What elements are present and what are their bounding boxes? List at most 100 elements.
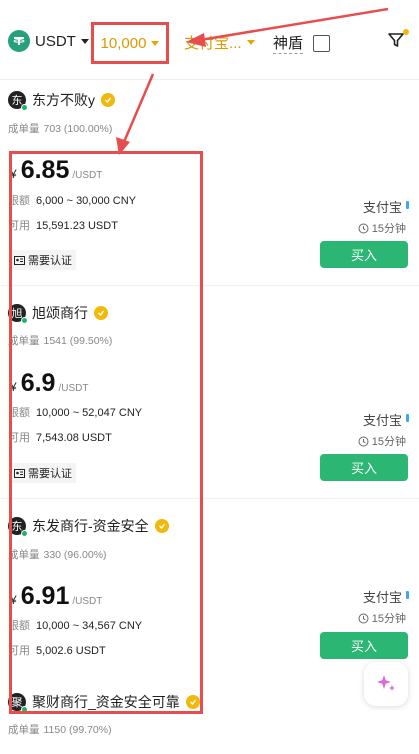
notification-dot — [403, 29, 409, 35]
coin-selector[interactable]: USDT — [8, 30, 89, 52]
timer-label: 15分钟 — [371, 223, 406, 235]
ai-assistant-button[interactable] — [364, 662, 408, 706]
buy-button[interactable]: 买入 — [320, 241, 408, 268]
shield-toggle[interactable]: 神盾 — [273, 32, 331, 54]
available-value: 5,002.6 USDT — [36, 645, 106, 657]
merchant-name[interactable]: 聚财商行_资金安全可靠 — [32, 692, 180, 712]
price-unit: /USDT — [58, 383, 89, 394]
verified-badge-icon — [94, 306, 108, 320]
clock-icon — [358, 436, 369, 446]
currency-symbol: ¥ — [10, 380, 17, 394]
amount-filter[interactable]: 10,000 — [91, 22, 169, 64]
divider — [0, 285, 419, 286]
chevron-down-icon — [151, 40, 160, 46]
order-stats: 成单量 1541 (99.50%) — [8, 333, 112, 348]
price: ¥ 6.85 /USDT — [10, 156, 102, 185]
online-dot — [21, 706, 28, 713]
shield-checkbox[interactable] — [313, 34, 331, 52]
available-row: 可用 15,591.23 USDT — [8, 217, 118, 233]
limit-label: 限额 — [8, 195, 30, 207]
price: ¥ 6.91 /USDT — [10, 582, 102, 611]
order-stats: 成单量 703 (100.00%) — [8, 121, 112, 136]
merchant-card: 旭 旭颂商行 成单量 1541 (99.50%) ¥ 6.9 /USDT 限额 10… — [0, 293, 419, 498]
order-stats: 成单量 330 (96.00%) — [8, 547, 107, 562]
online-dot — [21, 104, 28, 111]
price-value: 6.91 — [20, 582, 70, 610]
merchant-name[interactable]: 东发商行-资金安全 — [32, 516, 149, 536]
payment-method-filter[interactable]: 支付宝... — [184, 32, 255, 53]
online-dot — [21, 317, 28, 324]
stats-label: 成单量 — [8, 335, 40, 347]
avatar: 东 — [8, 91, 28, 111]
tether-icon — [8, 30, 30, 52]
limit-row: 限额 10,000 ~ 52,047 CNY — [8, 404, 142, 420]
price: ¥ 6.9 /USDT — [10, 369, 88, 398]
chevron-down-icon — [80, 38, 89, 44]
divider — [0, 498, 419, 499]
chevron-down-icon — [246, 40, 255, 45]
alipay-indicator — [406, 591, 409, 599]
avatar: 聚 — [8, 693, 28, 713]
stats-label: 成单量 — [8, 123, 40, 135]
merchant-card: 东 东发商行-资金安全 成单量 330 (96.00%) ¥ 6.91 /USDT… — [0, 506, 419, 681]
limit-row: 限额 10,000 ~ 34,567 CNY — [8, 617, 142, 633]
merchant-name[interactable]: 旭颂商行 — [32, 303, 88, 323]
stats-value: 330 (96.00%) — [43, 549, 107, 561]
coin-label: USDT — [35, 32, 76, 50]
limit-value: 10,000 ~ 34,567 CNY — [36, 620, 143, 632]
limit-row: 限额 6,000 ~ 30,000 CNY — [8, 192, 136, 208]
buy-button[interactable]: 买入 — [320, 632, 408, 659]
merchant-header: 东 东方不败y — [8, 90, 115, 111]
available-label: 可用 — [8, 432, 30, 444]
badge-label: 需要认证 — [28, 255, 72, 267]
payment-method: 支付宝 — [362, 413, 402, 428]
available-label: 可用 — [8, 220, 30, 232]
stats-value: 1541 (99.50%) — [43, 335, 113, 347]
available-value: 15,591.23 USDT — [36, 220, 118, 232]
order-stats: 成单量 1150 (99.70%) — [8, 722, 112, 737]
stats-label: 成单量 — [8, 724, 40, 736]
payment-timer: 15分钟 — [358, 220, 406, 236]
available-row: 可用 5,002.6 USDT — [8, 642, 106, 658]
top-filter-bar: USDT 10,000 支付宝... 神盾 — [0, 0, 419, 80]
stats-value: 1150 (99.70%) — [43, 724, 112, 736]
alipay-indicator — [406, 414, 409, 422]
amount-label: 10,000 — [100, 34, 147, 52]
verified-badge-icon — [101, 93, 115, 107]
avatar: 东 — [8, 517, 28, 537]
payment-filter-label: 支付宝... — [184, 35, 242, 52]
online-dot — [21, 530, 28, 537]
limit-value: 6,000 ~ 30,000 CNY — [36, 195, 136, 207]
limit-label: 限额 — [8, 407, 30, 419]
payment-method: 支付宝 — [362, 590, 402, 605]
verified-badge-icon — [154, 519, 169, 533]
price-unit: /USDT — [72, 596, 103, 607]
merchant-header: 旭 旭颂商行 — [8, 303, 108, 324]
price-value: 6.9 — [20, 369, 56, 397]
timer-label: 15分钟 — [371, 613, 406, 625]
verified-badge-icon — [185, 695, 200, 709]
merchant-card: 东 东方不败y 成单量 703 (100.00%) ¥ 6.85 /USDT 限额… — [0, 80, 419, 285]
limit-value: 10,000 ~ 52,047 CNY — [36, 407, 143, 419]
timer-label: 15分钟 — [371, 436, 406, 448]
stats-value: 703 (100.00%) — [43, 123, 113, 135]
id-card-icon — [14, 468, 25, 478]
verification-badge: 需要认证 — [10, 463, 76, 483]
currency-symbol: ¥ — [10, 593, 17, 607]
price-value: 6.85 — [20, 156, 70, 184]
avatar: 旭 — [8, 304, 28, 324]
limit-label: 限额 — [8, 620, 30, 632]
available-row: 可用 7,543.08 USDT — [8, 429, 112, 445]
sparkle-icon — [377, 675, 395, 691]
stats-label: 成单量 — [8, 549, 40, 561]
alipay-indicator — [406, 201, 409, 209]
id-card-icon — [14, 255, 25, 265]
buy-button[interactable]: 买入 — [320, 454, 408, 481]
payment-timer: 15分钟 — [358, 610, 406, 626]
filter-icon[interactable] — [387, 31, 405, 54]
clock-icon — [358, 613, 369, 623]
merchant-name[interactable]: 东方不败y — [32, 90, 95, 110]
price-unit: /USDT — [72, 170, 103, 181]
merchant-header: 东 东发商行-资金安全 — [8, 516, 169, 537]
merchant-card: 聚 聚财商行_资金安全可靠 成单量 1150 (99.70%) — [0, 684, 419, 754]
